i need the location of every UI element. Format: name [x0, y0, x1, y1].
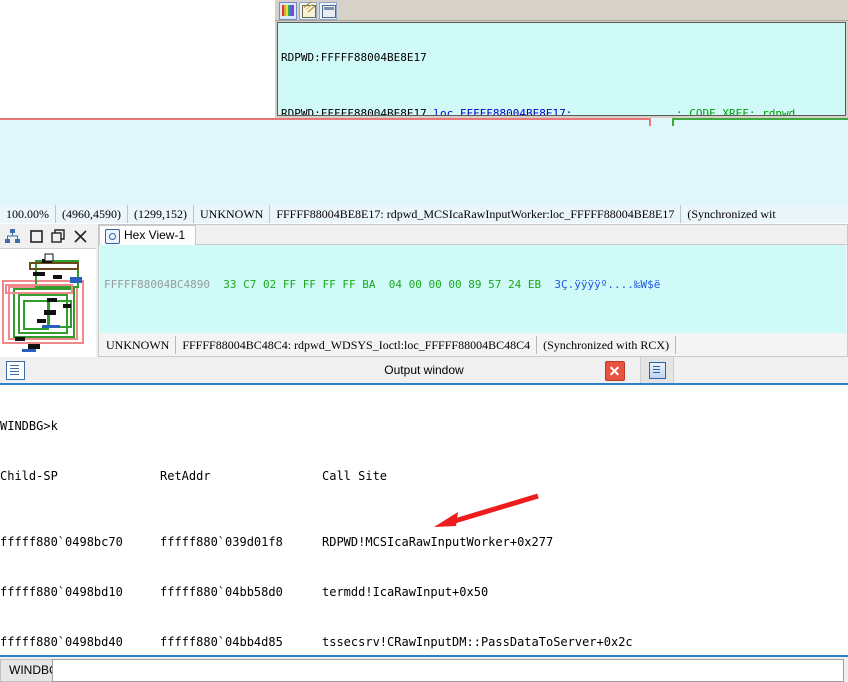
close-icon[interactable] [605, 361, 625, 381]
output-window-title: Output window [384, 363, 464, 377]
frame-child-sp: fffff880`0498bd10 [0, 585, 123, 600]
window-controls-toolbar [0, 224, 96, 249]
hex-ascii: 3Ç.ÿÿÿÿº....‰W$ë [554, 278, 661, 291]
frame-call-site[interactable]: RDPWD!MCSIcaRawInputWorker+0x277 [322, 534, 553, 551]
document-list-icon [649, 362, 666, 379]
disasm-address: RDPWD:FFFFF88004BE8E17 [281, 107, 427, 116]
close-icon[interactable] [72, 228, 89, 245]
status-coords-relative: (1299,152) [128, 205, 194, 223]
hex-view-tab-icon [105, 229, 120, 244]
disasm-line[interactable]: RDPWD:FFFFF88004BE8E17 loc_FFFFF88004BE8… [278, 107, 845, 116]
tab-label: Hex View-1 [124, 228, 186, 242]
frame-call-site[interactable]: termdd!IcaRawInput+0x50 [322, 584, 488, 601]
pencil-edit-icon [302, 5, 316, 18]
frame-ret-addr: fffff880`039d01f8 [160, 535, 283, 550]
edit-button[interactable] [299, 2, 317, 20]
status-coords-absolute: (4960,4590) [56, 205, 128, 223]
callstack-header: Child-SP RetAddr Call Site [0, 468, 848, 485]
rainbow-palette-icon [282, 5, 294, 16]
ida-disassembly-listing[interactable]: RDPWD:FFFFF88004BE8E17 RDPWD:FFFFF88004B… [277, 22, 846, 116]
stack-frame-row[interactable]: fffff880`0498bd10 fffff880`04bb58d0 termdd… [0, 584, 848, 601]
callstack-output[interactable]: WINDBG>k Child-SP RetAddr Call Site fffff8… [0, 385, 848, 655]
hex-dump-button[interactable] [319, 2, 337, 20]
tab-secondary-output[interactable] [640, 357, 674, 383]
graph-view-icon[interactable] [4, 228, 21, 245]
status-location: FFFFF88004BE8E17: rdpwd_MCSIcaRawInputWo… [270, 205, 682, 223]
graph-overview-thumbnail[interactable] [0, 249, 96, 357]
hex-status-bar: UNKNOWN FFFFF88004BC48C4: rdpwd_WDSYS_Ioc… [100, 336, 846, 355]
hex-bytes: 04 00 00 00 89 57 24 EB [388, 278, 542, 291]
hex-address: FFFFF88004BC4890 [104, 278, 210, 291]
taskbar: WINDBG [0, 655, 848, 682]
frame-child-sp: fffff880`0498bd40 [0, 634, 123, 649]
windbg-output-window: Output window WINDBG>k Child-SP RetAddr Ca… [0, 357, 848, 657]
prompt-text: WINDBG>k [0, 419, 58, 434]
command-echo: WINDBG>k [0, 418, 848, 435]
ida-disassembly-window: RDPWD:FFFFF88004BE8E17 RDPWD:FFFFF88004B… [275, 0, 848, 118]
graph-node-outline-red [0, 118, 651, 126]
ida-toolbar [275, 0, 848, 21]
tab-hex-view-1[interactable]: Hex View-1 [99, 225, 197, 245]
hex-dump[interactable]: FFFFF88004BC4890 33 C7 02 FF FF FF FF BA… [100, 245, 846, 333]
hex-bytes: 33 C7 02 FF FF FF FF BA [223, 278, 376, 291]
frame-ret-addr: fffff880`04bb58d0 [160, 585, 283, 600]
status-sync: (Synchronized wit [687, 207, 776, 221]
hex-status-location: FFFFF88004BC48C4: rdpwd_WDSYS_Ioctl:loc_… [176, 336, 538, 354]
colors-button[interactable] [279, 2, 297, 20]
status-segment: UNKNOWN [194, 205, 271, 223]
output-window-titlebar: Output window [0, 357, 848, 385]
disasm-label[interactable]: loc_FFFFF88004BE8E17: [433, 107, 572, 115]
frame-ret-addr: fffff880`04bb4d85 [160, 634, 283, 649]
restore-icon[interactable] [50, 228, 67, 245]
hex-status-segment: UNKNOWN [100, 336, 177, 354]
hex-status-sync: (Synchronized with RCX) [537, 336, 677, 354]
stack-frame-row[interactable]: fffff880`0498bc70 fffff880`039d01f8 RDPWD!… [0, 534, 848, 551]
ida-graph-canvas [0, 118, 848, 210]
header-call-site: Call Site [322, 468, 388, 483]
header-child-sp: Child-SP [0, 468, 58, 483]
frame-child-sp: fffff880`0498bc70 [0, 535, 123, 550]
frame-call-site[interactable]: tssecsrv!CRawInputDM::PassDataToServer+0… [322, 634, 633, 651]
hex-row[interactable]: FFFFF88004BC4890 33 C7 02 FF FF FF FF BA… [104, 277, 846, 292]
graph-node-outline-green [672, 118, 848, 126]
ida-status-bar: 100.00% (4960,4590) (1299,152) UNKNOWN FFFFF… [0, 205, 848, 223]
hex-view-window: Hex View-1 FFFFF88004BC4890 33 C7 02 FF … [98, 224, 848, 357]
header-ret-addr: RetAddr [160, 468, 211, 483]
status-zoom: 100.00% [0, 205, 56, 223]
stack-frame-row[interactable]: fffff880`0498bd40 fffff880`04bb4d85 tssecs… [0, 634, 848, 651]
disasm-line[interactable]: RDPWD:FFFFF88004BE8E17 [278, 51, 845, 65]
disasm-address: RDPWD:FFFFF88004BE8E17 [281, 51, 427, 64]
hex-view-tabbar: Hex View-1 [99, 225, 847, 245]
disasm-comment: ; CODE XREF: rdpwd_ [676, 107, 802, 116]
maximize-icon[interactable] [28, 228, 45, 245]
hex-view-panel: Hex View-1 FFFFF88004BC4890 33 C7 02 FF … [0, 224, 848, 357]
taskbar-input[interactable] [52, 659, 844, 682]
hex-window-icon [322, 5, 336, 18]
